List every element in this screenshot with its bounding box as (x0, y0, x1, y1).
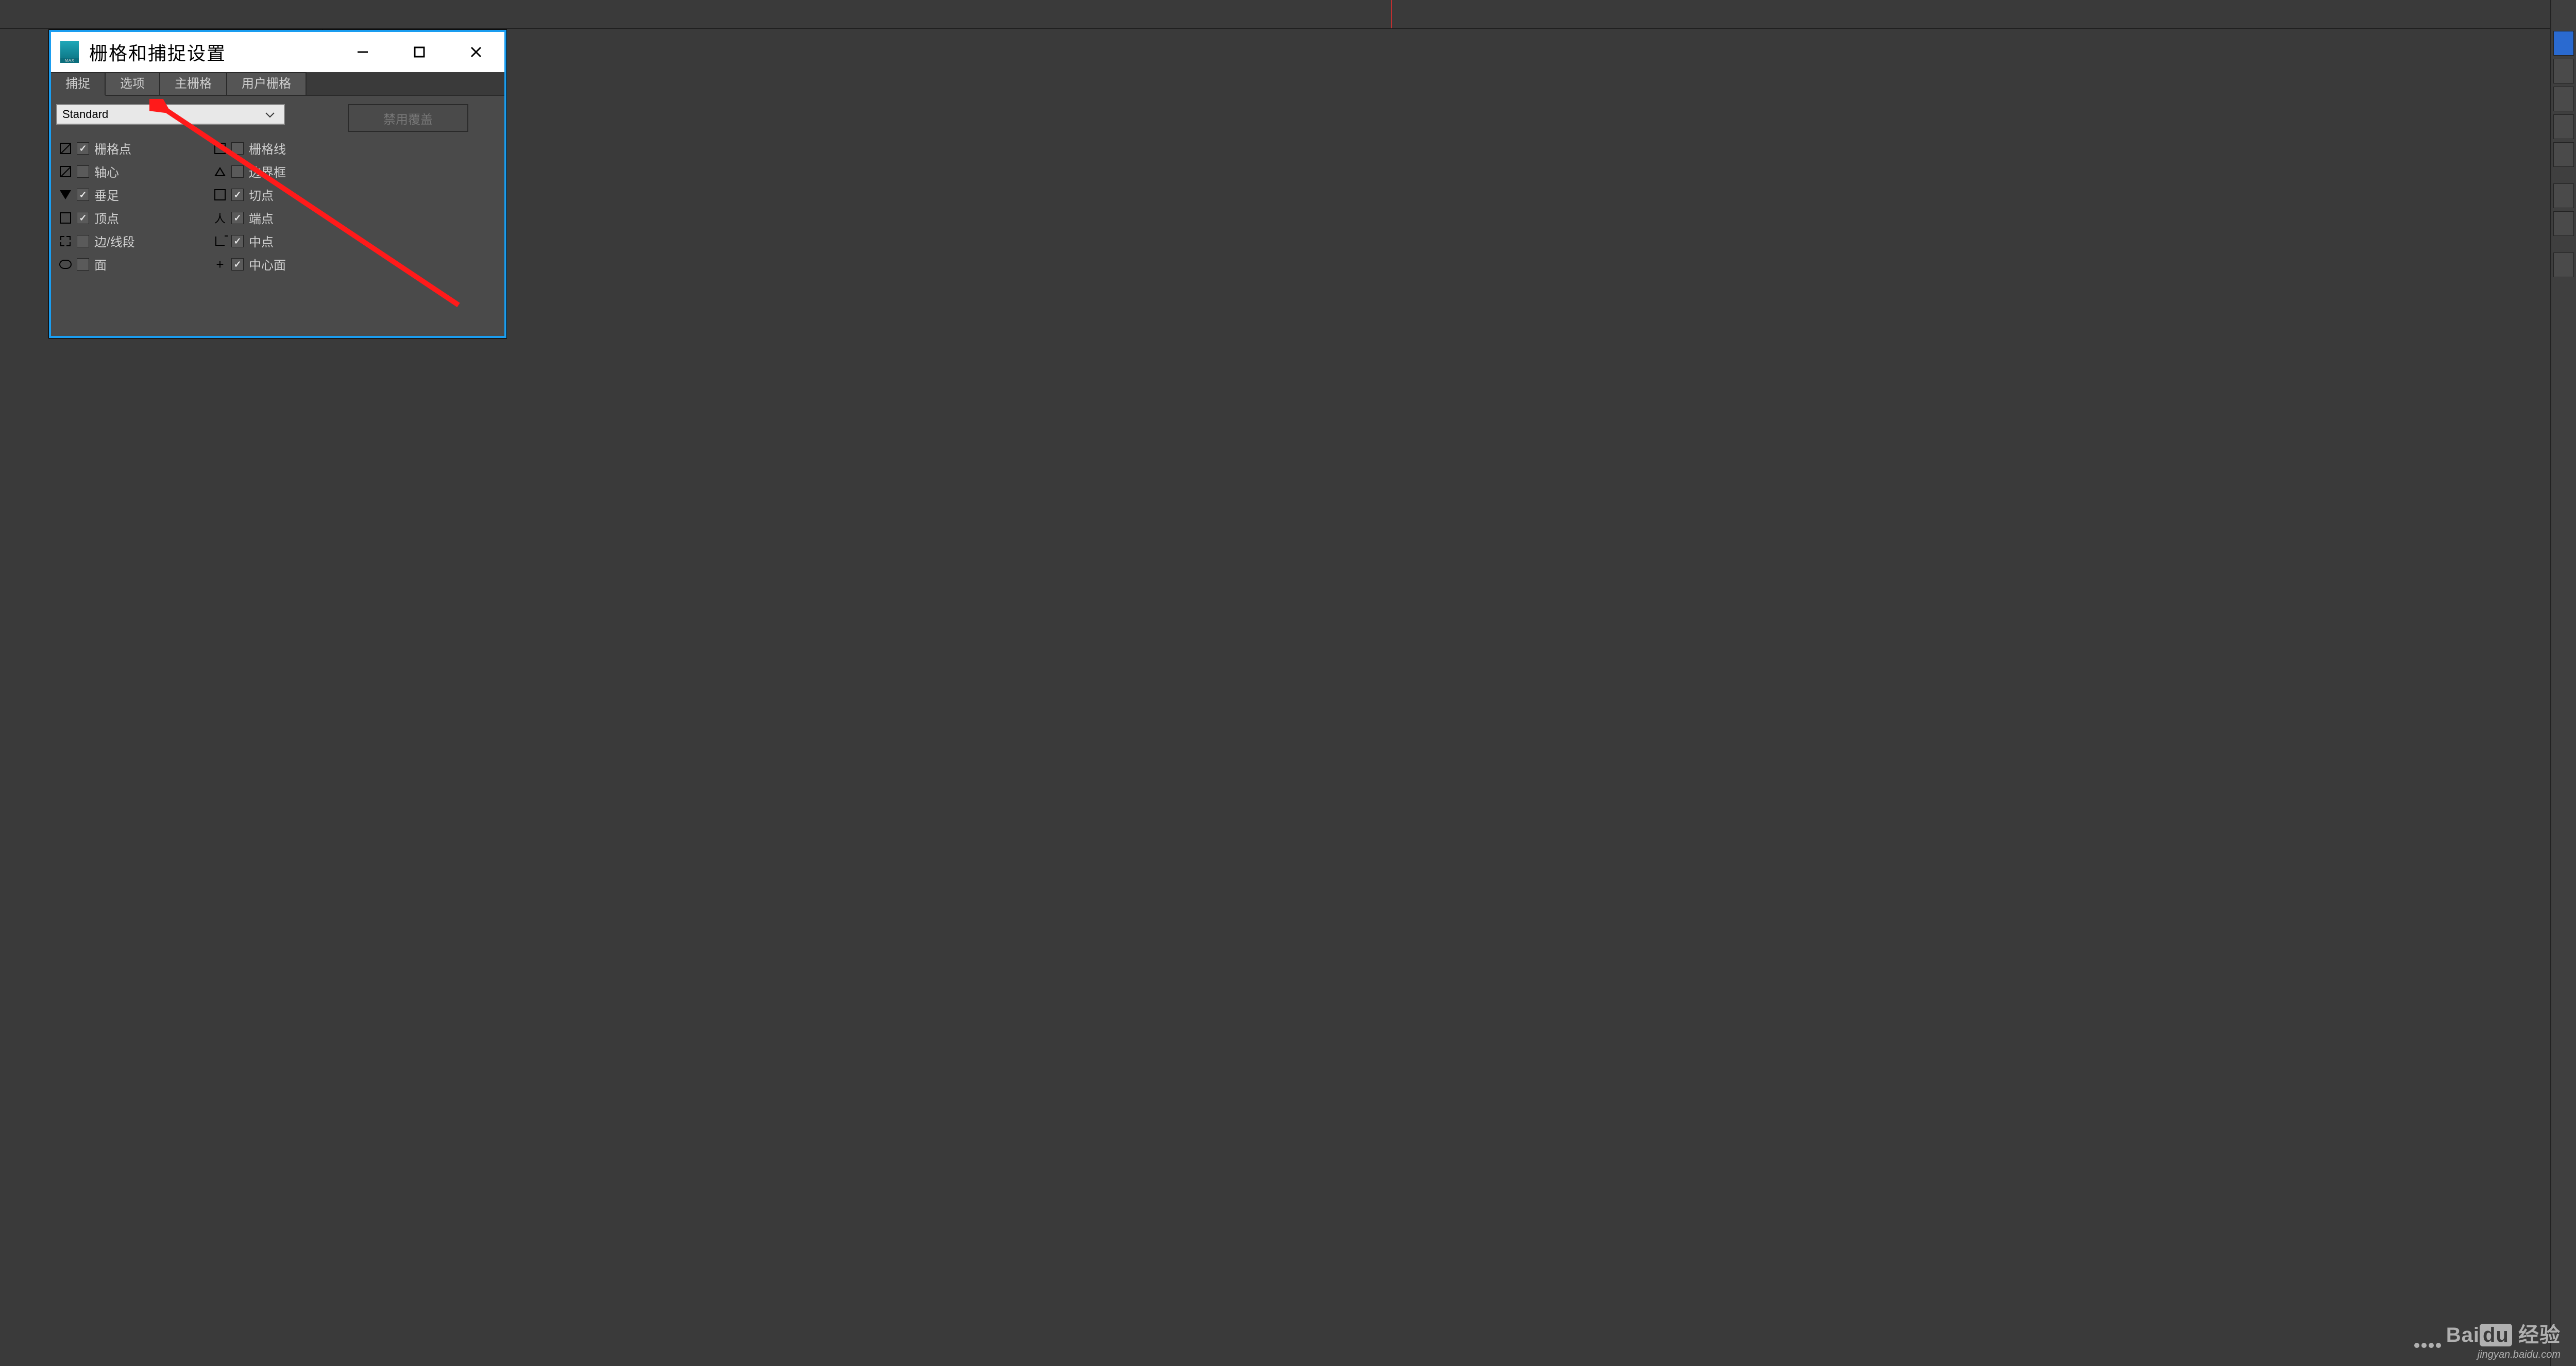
chevron-down-icon (264, 109, 276, 124)
snap-label: 中点 (249, 232, 274, 250)
snap-checkbox[interactable] (231, 258, 244, 271)
snap-label: 端点 (249, 209, 274, 227)
snap-option: 切点 (214, 185, 368, 204)
snap-label: 栅格点 (94, 139, 131, 157)
snap-checkbox[interactable] (77, 189, 89, 201)
snap-option: 人 端点 (214, 209, 368, 227)
paw-icon (2414, 1343, 2441, 1348)
snap-symbol-icon (59, 165, 72, 178)
snap-symbol-icon: + (214, 258, 226, 271)
viewport-divider-horizontal (0, 28, 2576, 29)
panel-tab[interactable] (2553, 59, 2574, 83)
snap-label: 边/线段 (94, 232, 135, 250)
snap-checkbox[interactable] (77, 212, 89, 224)
snap-checkbox[interactable] (77, 165, 89, 178)
snap-symbol-icon (59, 235, 72, 247)
snap-option: 栅格点 (59, 139, 214, 157)
3dsmax-icon (60, 41, 79, 63)
snap-option: 中点 (214, 232, 368, 250)
snap-label: 垂足 (94, 185, 119, 204)
snap-option: 面 (59, 255, 214, 273)
snap-symbol-icon (59, 258, 72, 271)
grid-and-snap-settings-dialog: 栅格和捕捉设置 捕捉 选项 主栅格 用户栅格 Standard (49, 30, 506, 338)
maximize-button[interactable] (391, 32, 448, 72)
snap-checkbox[interactable] (231, 165, 244, 178)
snap-symbol-icon: 人 (214, 212, 226, 224)
snap-option: 顶点 (59, 209, 214, 227)
snap-label: 中心面 (249, 255, 286, 273)
snap-checkbox[interactable] (231, 212, 244, 224)
panel-tab-active[interactable] (2553, 31, 2574, 56)
snap-checkbox[interactable] (231, 189, 244, 201)
command-panel (2550, 0, 2576, 1366)
snap-checkbox[interactable] (231, 235, 244, 247)
panel-tab[interactable] (2553, 87, 2574, 111)
snap-checkbox[interactable] (231, 142, 244, 155)
snap-checkbox[interactable] (77, 258, 89, 271)
snap-label: 面 (94, 255, 107, 273)
snap-option: 垂足 (59, 185, 214, 204)
snap-symbol-icon (214, 165, 226, 178)
snap-symbol-icon (59, 212, 72, 224)
snap-checkbox[interactable] (77, 235, 89, 247)
snap-symbol-icon (59, 142, 72, 155)
close-button[interactable] (448, 32, 504, 72)
snap-option: 栅格线 (214, 139, 368, 157)
tab-user-grid[interactable]: 用户栅格 (227, 72, 307, 95)
panel-button[interactable] (2553, 183, 2574, 208)
snap-label: 顶点 (94, 209, 119, 227)
snap-label: 轴心 (94, 162, 119, 180)
tab-options[interactable]: 选项 (106, 72, 160, 95)
panel-tab[interactable] (2553, 142, 2574, 167)
snap-symbol-icon (214, 235, 226, 247)
panel-button[interactable] (2553, 211, 2574, 236)
snap-symbol-icon (59, 189, 72, 201)
snap-option: 边界框 (214, 162, 368, 180)
tab-bar: 捕捉 选项 主栅格 用户栅格 (51, 72, 504, 96)
snap-option: 边/线段 (59, 232, 214, 250)
snap-label: 栅格线 (249, 139, 286, 157)
tab-snaps[interactable]: 捕捉 (51, 72, 106, 96)
snap-checkbox[interactable] (77, 142, 89, 155)
snap-label: 切点 (249, 185, 274, 204)
snap-option: 轴心 (59, 162, 214, 180)
panel-tab[interactable] (2553, 114, 2574, 139)
snap-symbol-icon (214, 142, 226, 155)
minimize-button[interactable] (334, 32, 391, 72)
snap-type-dropdown[interactable]: Standard (56, 104, 285, 125)
watermark: Baidu 经验 jingyan.baidu.com (2414, 1318, 2561, 1361)
snap-option: + 中心面 (214, 255, 368, 273)
disable-override-button[interactable]: 禁用覆盖 (348, 104, 468, 132)
snap-symbol-icon (214, 189, 226, 201)
panel-button[interactable] (2553, 252, 2574, 277)
dropdown-value: Standard (62, 108, 108, 121)
snap-label: 边界框 (249, 162, 286, 180)
snap-options-grid: 栅格点 栅格线轴心 边界框垂足 切点顶点 人 端点边/线段 中点面 + 中心面 (56, 139, 499, 273)
viewport-divider-vertical (1391, 0, 1392, 28)
titlebar[interactable]: 栅格和捕捉设置 (51, 32, 504, 72)
tab-home-grid[interactable]: 主栅格 (160, 72, 227, 95)
dialog-title: 栅格和捕捉设置 (89, 39, 226, 65)
